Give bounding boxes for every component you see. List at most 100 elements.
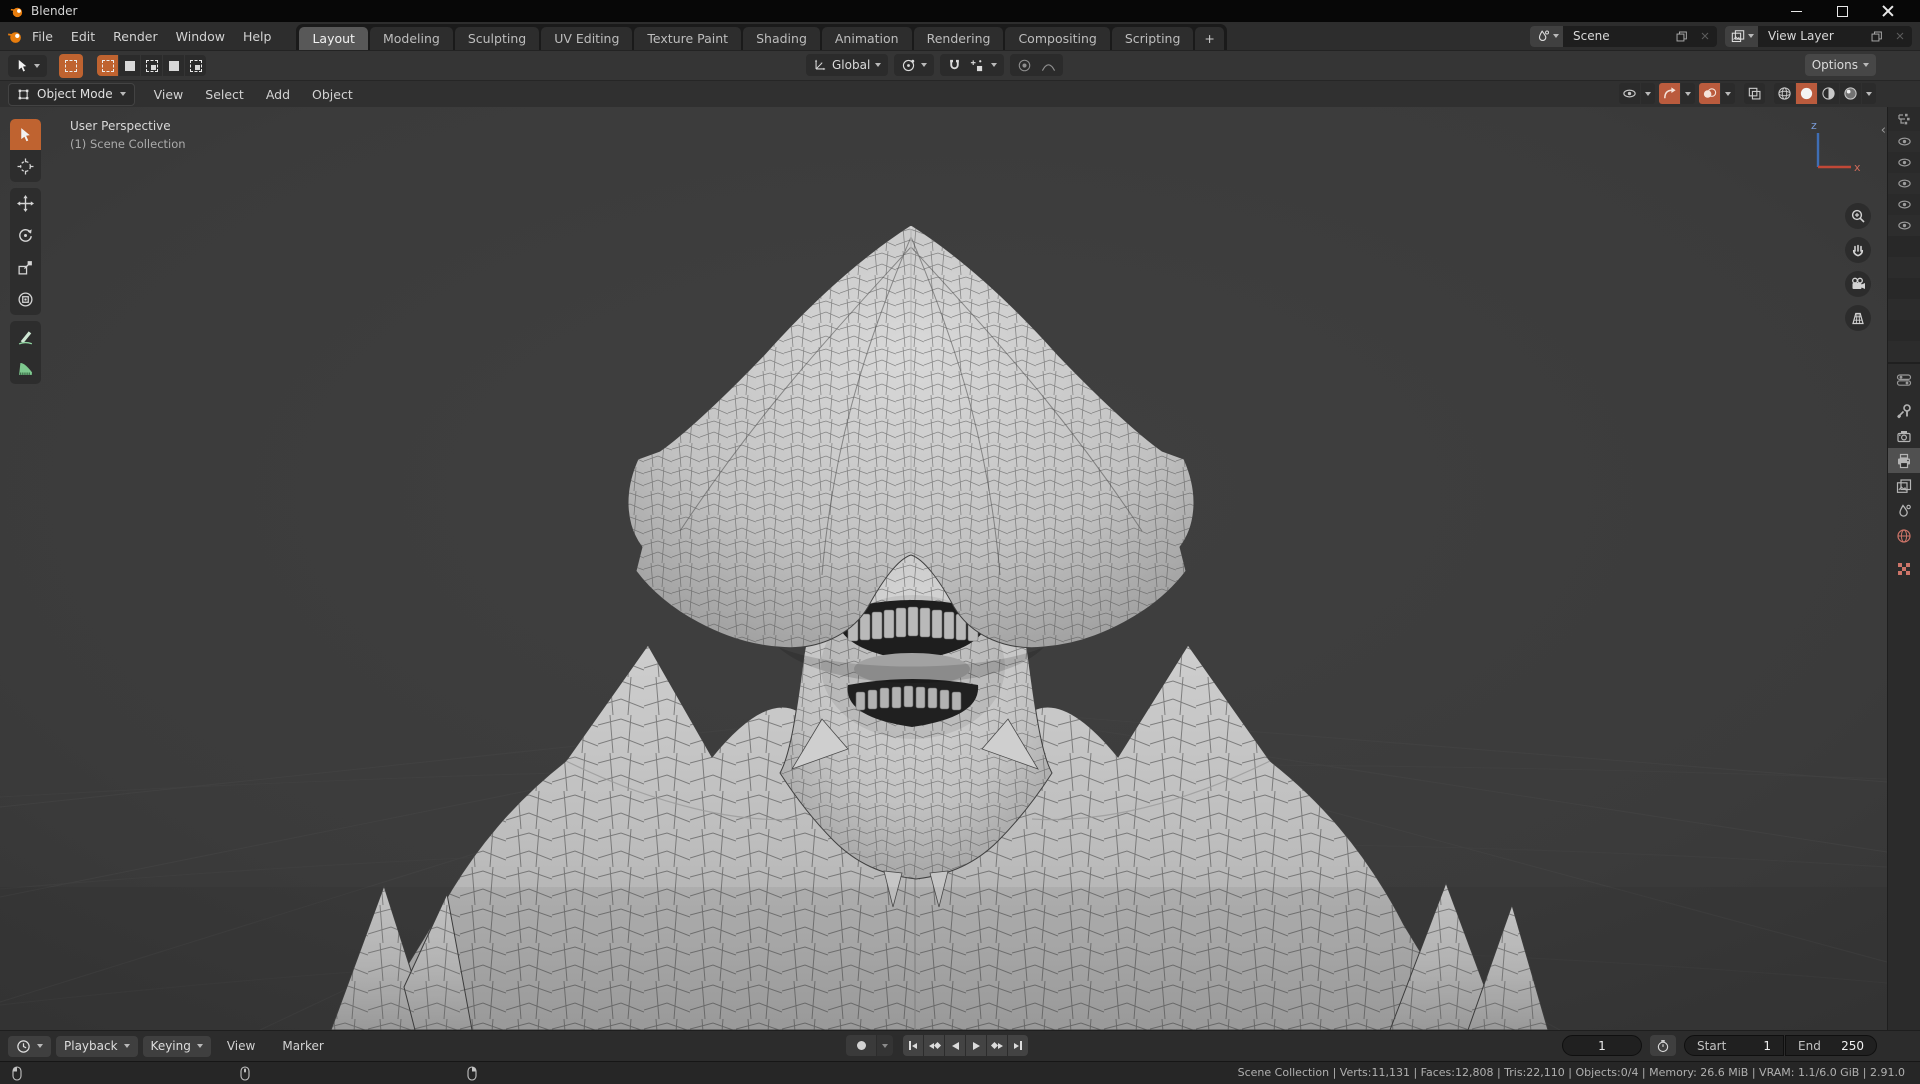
play-reverse-button[interactable] <box>945 1035 965 1056</box>
add-workspace-button[interactable]: + <box>1195 27 1224 50</box>
scene-new-button[interactable] <box>1669 26 1693 47</box>
properties-tab-output[interactable] <box>1888 448 1920 473</box>
tab-sculpting[interactable]: Sculpting <box>454 27 540 50</box>
tab-shading[interactable]: Shading <box>743 27 820 50</box>
tab-texture-paint[interactable]: Texture Paint <box>634 27 742 50</box>
perspective-toggle-button[interactable] <box>1845 305 1871 331</box>
tab-compositing[interactable]: Compositing <box>1005 27 1110 50</box>
menu-render[interactable]: Render <box>104 29 167 44</box>
auto-keying-dropdown[interactable] <box>877 1035 893 1056</box>
view-layer-new-button[interactable] <box>1864 26 1888 47</box>
menu-view[interactable]: View <box>143 87 195 102</box>
start-frame-field[interactable]: Start 1 <box>1684 1035 1784 1056</box>
use-preview-range-toggle[interactable] <box>1650 1035 1676 1056</box>
shading-wireframe-button[interactable] <box>1774 83 1795 104</box>
tool-annotate[interactable] <box>10 321 41 352</box>
current-frame-field[interactable]: 1 <box>1562 1035 1642 1056</box>
visibility-toggle[interactable] <box>1888 131 1920 152</box>
playback-menu[interactable]: Playback <box>56 1035 138 1057</box>
falloff-curve-icon[interactable] <box>1041 58 1056 73</box>
tool-move[interactable] <box>10 188 41 219</box>
sidebar-collapse-arrow[interactable]: ‹ <box>1881 123 1886 138</box>
show-overlays-toggle[interactable] <box>1699 83 1720 104</box>
jump-to-start-button[interactable] <box>903 1035 923 1056</box>
select-mode-new[interactable] <box>97 55 118 76</box>
gizmo-dropdown[interactable] <box>1681 83 1695 104</box>
xray-toggle[interactable] <box>1744 83 1765 104</box>
properties-tab-world[interactable] <box>1888 523 1920 548</box>
previous-keyframe-button[interactable] <box>924 1035 944 1056</box>
proportional-edit-icon[interactable] <box>1017 58 1032 73</box>
menu-select[interactable]: Select <box>194 87 255 102</box>
view-layer-browse-button[interactable] <box>1725 25 1758 47</box>
tool-measure[interactable] <box>10 353 41 384</box>
tab-layout[interactable]: Layout <box>299 27 368 50</box>
active-tool-select-box-button[interactable] <box>59 53 83 78</box>
shading-solid-button[interactable] <box>1796 83 1817 104</box>
visibility-toggle[interactable] <box>1888 173 1920 194</box>
visibility-toggle[interactable] <box>1888 194 1920 215</box>
interaction-mode-dropdown[interactable]: Object Mode <box>8 82 135 106</box>
menu-add[interactable]: Add <box>255 87 301 102</box>
visibility-toggle[interactable] <box>1888 215 1920 236</box>
tool-transform[interactable] <box>10 284 41 315</box>
menu-help[interactable]: Help <box>234 29 281 44</box>
tab-animation[interactable]: Animation <box>821 27 912 50</box>
magnet-icon[interactable] <box>947 58 962 73</box>
snap-target-icon[interactable] <box>969 58 984 73</box>
transform-orientation-dropdown[interactable]: Global <box>806 54 889 76</box>
keying-menu[interactable]: Keying <box>142 1035 211 1057</box>
timeline-editor-type-button[interactable] <box>8 1035 51 1057</box>
shading-rendered-button[interactable] <box>1840 83 1861 104</box>
shading-material-button[interactable] <box>1818 83 1839 104</box>
pivot-point-dropdown[interactable] <box>894 54 935 76</box>
tool-cursor[interactable] <box>10 151 41 182</box>
properties-tab-tool[interactable] <box>1888 398 1920 423</box>
select-mode-extend[interactable] <box>119 55 140 76</box>
visibility-dropdown[interactable] <box>1641 83 1655 104</box>
menu-edit[interactable]: Edit <box>62 29 104 44</box>
jump-to-end-button[interactable] <box>1008 1035 1028 1056</box>
maximize-button[interactable] <box>1819 0 1865 22</box>
tab-scripting[interactable]: Scripting <box>1111 27 1194 50</box>
menu-object[interactable]: Object <box>301 87 364 102</box>
select-mode-intersect[interactable] <box>185 55 206 76</box>
close-button[interactable] <box>1865 0 1911 22</box>
timeline-view-menu[interactable]: View <box>216 1039 266 1053</box>
select-mode-invert[interactable] <box>163 55 184 76</box>
navigation-gizmo[interactable]: z x <box>1799 117 1863 177</box>
view-layer-name-field[interactable]: View Layer <box>1758 29 1864 43</box>
camera-view-button[interactable] <box>1845 271 1871 297</box>
blender-menu-icon[interactable] <box>6 28 23 45</box>
scene-unlink-button[interactable] <box>1693 26 1717 47</box>
active-tool-fallback-dropdown[interactable] <box>8 54 47 77</box>
properties-tab-texture[interactable] <box>1888 556 1920 581</box>
properties-tab-scene[interactable] <box>1888 498 1920 523</box>
auto-keying-toggle[interactable] <box>846 1035 876 1056</box>
next-keyframe-button[interactable] <box>987 1035 1007 1056</box>
minimize-button[interactable] <box>1773 0 1819 22</box>
show-object-types-button[interactable] <box>1619 83 1640 104</box>
tool-scale[interactable] <box>10 252 41 283</box>
scene-name-field[interactable]: Scene <box>1563 29 1669 43</box>
properties-editor-icon[interactable] <box>1896 372 1912 388</box>
tool-rotate[interactable] <box>10 220 41 251</box>
tab-uv-editing[interactable]: UV Editing <box>541 27 633 50</box>
menu-file[interactable]: File <box>23 29 62 44</box>
end-frame-field[interactable]: End 250 <box>1785 1035 1877 1056</box>
overlays-dropdown[interactable] <box>1721 83 1735 104</box>
outliner-editor-icon[interactable] <box>1896 111 1912 127</box>
options-dropdown[interactable]: Options <box>1804 54 1876 76</box>
tab-modeling[interactable]: Modeling <box>369 27 453 50</box>
scene-browse-button[interactable] <box>1530 25 1563 47</box>
properties-tab-view-layer[interactable] <box>1888 473 1920 498</box>
zoom-button[interactable] <box>1845 203 1871 229</box>
visibility-toggle[interactable] <box>1888 152 1920 173</box>
select-mode-subtract[interactable] <box>141 55 162 76</box>
tab-rendering[interactable]: Rendering <box>913 27 1004 50</box>
properties-tab-render[interactable] <box>1888 423 1920 448</box>
show-gizmo-toggle[interactable] <box>1659 83 1680 104</box>
timeline-marker-menu[interactable]: Marker <box>271 1039 334 1053</box>
tool-select-box[interactable] <box>10 119 41 150</box>
view-layer-remove-button[interactable] <box>1888 26 1912 47</box>
